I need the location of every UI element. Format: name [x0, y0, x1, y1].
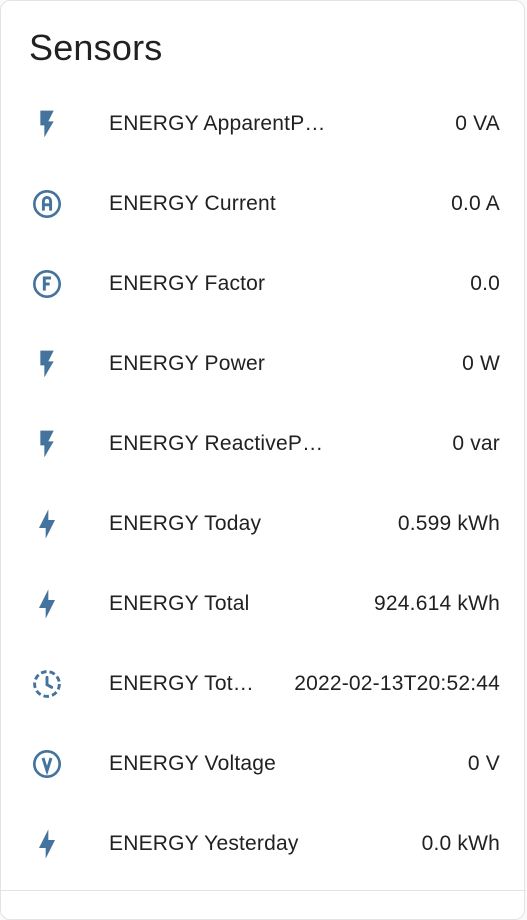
- card-divider: [1, 890, 526, 891]
- sensor-value: 0.0: [470, 272, 500, 295]
- sensor-list: ENERGY ApparentPower 0 VA ENERGY Current…: [1, 84, 526, 884]
- sensor-name: ENERGY Today: [109, 512, 262, 535]
- sensor-value: 0 VA: [455, 112, 500, 135]
- sensor-name: ENERGY ApparentPower: [109, 112, 329, 135]
- flash-icon: [31, 108, 63, 140]
- alpha-v-circle-icon: [31, 748, 63, 780]
- sensor-value: 924.614 kWh: [374, 592, 500, 615]
- sensor-name: ENERGY Factor: [109, 272, 266, 295]
- sensor-name: ENERGY ReactivePower: [109, 432, 329, 455]
- sensor-name: ENERGY Voltage: [109, 752, 277, 775]
- flash-icon: [31, 428, 63, 460]
- flash-icon: [31, 348, 63, 380]
- sensor-row-total-start-time[interactable]: ENERGY Tot… 2022-02-13T20:52:44: [1, 644, 526, 724]
- sensor-row-reactive-power[interactable]: ENERGY ReactivePower 0 var: [1, 404, 526, 484]
- sensor-value: 0 var: [452, 432, 500, 455]
- sensor-name: ENERGY Tot…: [109, 672, 254, 695]
- lightning-bolt-icon: [31, 588, 63, 620]
- sensor-row-factor[interactable]: ENERGY Factor 0.0: [1, 244, 526, 324]
- sensor-row-today[interactable]: ENERGY Today 0.599 kWh: [1, 484, 526, 564]
- sensors-card: Sensors ENERGY ApparentPower 0 VA ENERGY…: [0, 0, 526, 920]
- clock-dashed-icon: [31, 668, 63, 700]
- sensor-value: 0.0 kWh: [421, 832, 500, 855]
- sensor-name: ENERGY Current: [109, 192, 276, 215]
- sensor-value: 0.0 A: [451, 192, 500, 215]
- sensor-value: 0 W: [462, 352, 500, 375]
- sensor-name: ENERGY Power: [109, 352, 266, 375]
- sensor-name: ENERGY Yesterday: [109, 832, 299, 855]
- sensor-row-yesterday[interactable]: ENERGY Yesterday 0.0 kWh: [1, 804, 526, 884]
- sensor-row-power[interactable]: ENERGY Power 0 W: [1, 324, 526, 404]
- sensor-row-voltage[interactable]: ENERGY Voltage 0 V: [1, 724, 526, 804]
- sensor-value: 2022-02-13T20:52:44: [294, 672, 500, 695]
- lightning-bolt-icon: [31, 828, 63, 860]
- sensor-row-current[interactable]: ENERGY Current 0.0 A: [1, 164, 526, 244]
- sensor-row-total[interactable]: ENERGY Total 924.614 kWh: [1, 564, 526, 644]
- sensor-value: 0 V: [467, 752, 500, 775]
- alpha-f-circle-icon: [31, 268, 63, 300]
- card-title: Sensors: [29, 27, 163, 68]
- sensor-value: 0.599 kWh: [397, 512, 500, 535]
- sensor-name: ENERGY Total: [109, 592, 250, 615]
- alpha-a-circle-icon: [31, 188, 63, 220]
- lightning-bolt-icon: [31, 508, 63, 540]
- sensor-row-apparent-power[interactable]: ENERGY ApparentPower 0 VA: [1, 84, 526, 164]
